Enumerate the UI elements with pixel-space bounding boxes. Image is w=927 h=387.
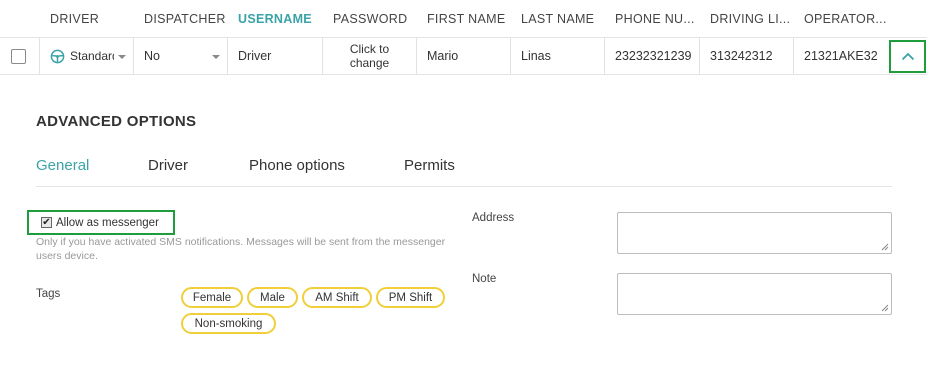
note-textarea[interactable] xyxy=(617,273,892,315)
advanced-options-title: ADVANCED OPTIONS xyxy=(36,113,197,130)
last-name-cell[interactable]: Linas xyxy=(511,38,605,74)
password-label-line1: Click to xyxy=(349,42,390,56)
note-label: Note xyxy=(472,273,497,285)
steering-wheel-icon xyxy=(50,49,65,64)
driving-license-cell[interactable]: 313242312 xyxy=(700,38,794,74)
username-value: Driver xyxy=(238,49,272,63)
password-change-button[interactable]: Click to change xyxy=(323,38,417,74)
first-name-value: Mario xyxy=(427,49,459,63)
allow-messenger-label: Allow as messenger xyxy=(56,216,159,229)
tag-pm-shift[interactable]: PM Shift xyxy=(376,287,445,308)
column-header-password[interactable]: PASSWORD xyxy=(333,12,407,26)
chevron-down-icon xyxy=(212,55,220,59)
column-header-phone[interactable]: PHONE NU... xyxy=(615,12,695,26)
tag-female[interactable]: Female xyxy=(181,287,243,308)
dispatcher-value: No xyxy=(144,49,160,63)
tag-non-smoking[interactable]: Non-smoking xyxy=(181,313,276,334)
tab-driver[interactable]: Driver xyxy=(148,157,188,174)
row-select-checkbox[interactable] xyxy=(11,49,26,64)
first-name-cell[interactable]: Mario xyxy=(417,38,511,74)
resize-grip-icon[interactable] xyxy=(881,304,889,312)
tag-male[interactable]: Male xyxy=(247,287,298,308)
operator-value: 21321AKE32 xyxy=(804,49,878,63)
tab-permits[interactable]: Permits xyxy=(404,157,455,174)
operator-cell[interactable]: 21321AKE32 xyxy=(794,38,888,74)
phone-value: 23232321239 xyxy=(615,49,692,63)
tag-am-shift[interactable]: AM Shift xyxy=(302,287,372,308)
column-header-driver[interactable]: DRIVER xyxy=(50,12,99,26)
chevron-down-icon xyxy=(118,55,126,59)
password-label-line2: change xyxy=(349,56,390,70)
address-label: Address xyxy=(472,212,515,224)
last-name-value: Linas xyxy=(521,49,551,63)
dispatcher-select[interactable]: No xyxy=(134,38,228,74)
column-header-first-name[interactable]: FIRST NAME xyxy=(427,12,505,26)
driving-license-value: 313242312 xyxy=(710,49,773,63)
table-row: Standard No Driver Click to change Mario… xyxy=(0,37,927,75)
address-textarea[interactable] xyxy=(617,212,892,254)
phone-cell[interactable]: 23232321239 xyxy=(605,38,700,74)
tab-phone-options[interactable]: Phone options xyxy=(249,157,345,174)
row-select-cell xyxy=(0,38,40,74)
allow-messenger-option[interactable]: ✔ Allow as messenger xyxy=(27,210,175,235)
column-header-driving-license[interactable]: DRIVING LI... xyxy=(710,12,790,26)
collapse-row-button[interactable] xyxy=(889,40,926,73)
resize-grip-icon[interactable] xyxy=(881,243,889,251)
messenger-hint-text: Only if you have activated SMS notificat… xyxy=(36,236,446,262)
column-header-dispatcher[interactable]: DISPATCHER xyxy=(144,12,226,26)
allow-messenger-checkbox[interactable]: ✔ xyxy=(41,217,52,228)
column-header-operator[interactable]: OPERATOR... xyxy=(804,12,887,26)
username-cell[interactable]: Driver xyxy=(228,38,323,74)
tabs-divider xyxy=(36,186,892,187)
chevron-up-icon xyxy=(901,52,914,61)
table-header: DRIVER DISPATCHER USERNAME PASSWORD FIRS… xyxy=(0,0,927,36)
tags-label: Tags xyxy=(36,288,61,300)
driver-type-value: Standard xyxy=(70,49,114,63)
driver-type-select[interactable]: Standard xyxy=(40,38,134,74)
column-header-username[interactable]: USERNAME xyxy=(238,12,312,26)
column-header-last-name[interactable]: LAST NAME xyxy=(521,12,594,26)
tab-general[interactable]: General xyxy=(36,157,89,174)
